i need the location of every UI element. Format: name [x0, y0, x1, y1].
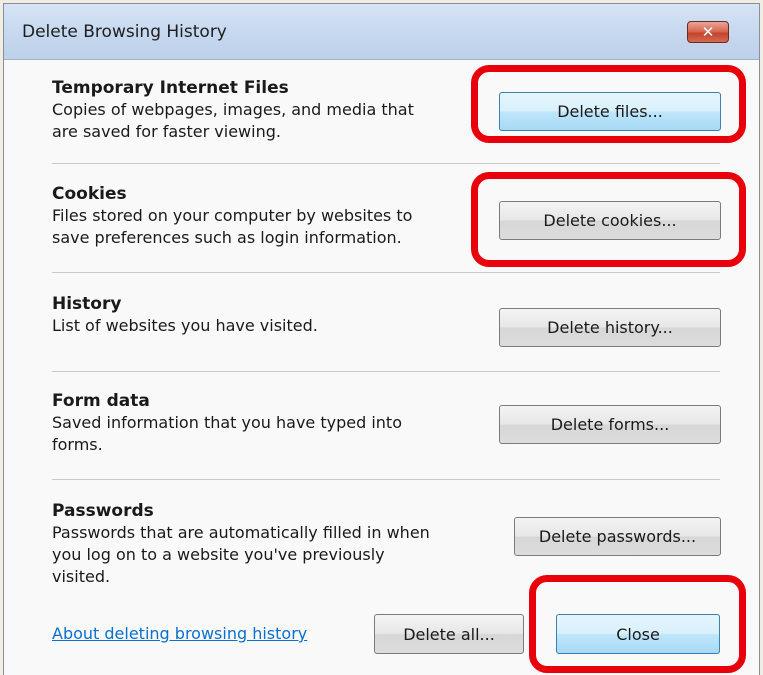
section-description: Passwords that are automatically filled … [52, 522, 472, 588]
highlight-close [529, 575, 746, 673]
description-line: forms. [52, 435, 103, 454]
description-line: are saved for faster viewing. [52, 122, 281, 141]
section-description: Files stored on your computer by website… [52, 205, 472, 249]
title-bar: Delete Browsing History ✕ [4, 4, 759, 60]
description-line: Files stored on your computer by website… [52, 206, 413, 225]
divider [52, 479, 720, 480]
description-line: List of websites you have visited. [52, 316, 318, 335]
description-line: Copies of webpages, images, and media th… [52, 100, 414, 119]
about-deleting-history-link[interactable]: About deleting browsing history [52, 624, 307, 643]
highlight-delete-files [471, 65, 746, 143]
highlight-delete-cookies [471, 172, 746, 267]
divider [52, 371, 720, 372]
description-line: Passwords that are automatically filled … [52, 523, 430, 542]
close-window-icon[interactable]: ✕ [687, 21, 729, 43]
delete-passwords-button[interactable]: Delete passwords... [514, 517, 721, 556]
dialog-title: Delete Browsing History [22, 22, 227, 42]
divider [52, 163, 720, 164]
delete-all-button[interactable]: Delete all... [374, 614, 524, 654]
description-line: visited. [52, 567, 111, 586]
delete-history-button[interactable]: Delete history... [499, 308, 721, 347]
section-description: Saved information that you have typed in… [52, 412, 472, 456]
section-description: List of websites you have visited. [52, 315, 472, 337]
description-line: save preferences such as login informati… [52, 228, 402, 247]
description-line: you log on to a website you've previousl… [52, 545, 385, 564]
description-line: Saved information that you have typed in… [52, 413, 402, 432]
divider [52, 272, 720, 273]
delete-forms-button[interactable]: Delete forms... [499, 405, 721, 444]
section-description: Copies of webpages, images, and media th… [52, 99, 472, 143]
